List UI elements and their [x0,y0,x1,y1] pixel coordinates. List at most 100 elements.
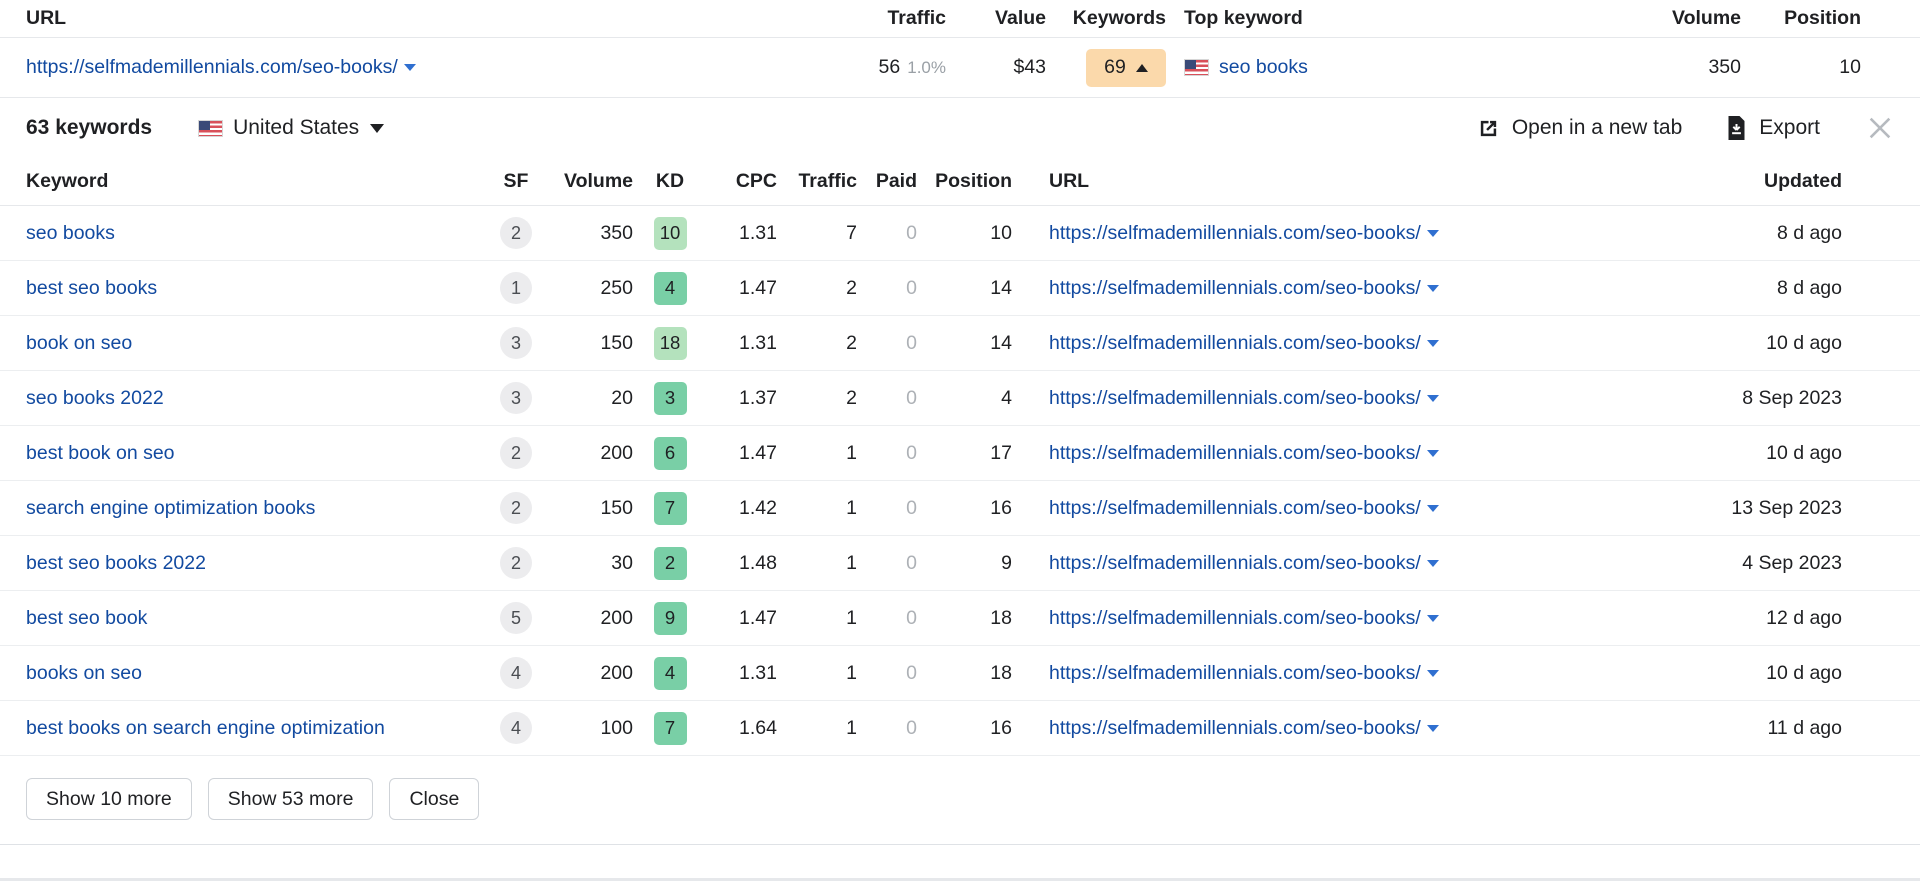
keyword-link[interactable]: search engine optimization books [26,497,315,519]
row-cpc: 1.47 [739,441,777,464]
kw-column-header-position[interactable]: Position [917,170,1012,193]
kw-column-header-updated[interactable]: Updated [1642,170,1842,193]
export-button[interactable]: Export [1726,116,1820,140]
subpanel-title: 63 keywords [26,116,153,139]
keyword-link[interactable]: best books on search engine optimization [26,717,385,739]
open-in-new-tab-button[interactable]: Open in a new tab [1477,116,1682,140]
keywords-count-badge[interactable]: 69 [1086,48,1166,87]
keyword-link[interactable]: book on seo [26,332,132,354]
table-row: best seo book 5 200 9 1.47 1 0 18 https://selfma… [0,591,1920,646]
row-url-link[interactable]: https://selfmademillennials.com/seo-book… [1049,717,1421,739]
sf-badge: 1 [500,272,532,304]
row-traffic: 1 [846,606,857,629]
kw-column-header-volume[interactable]: Volume [546,170,641,193]
row-sf-cell: 2 [486,547,546,579]
row-volume: 200 [600,606,633,629]
row-position: 17 [990,441,1012,464]
kw-column-header-traffic[interactable]: Traffic [777,170,857,193]
keyword-link[interactable]: books on seo [26,662,142,684]
chevron-down-icon[interactable] [1426,504,1439,512]
row-traffic: 2 [846,331,857,354]
row-volume: 200 [600,661,633,684]
row-url-link[interactable]: https://selfmademillennials.com/seo-book… [1049,607,1421,629]
chevron-down-icon[interactable] [403,64,416,71]
row-position: 14 [990,276,1012,299]
row-kd-cell: 4 [641,271,699,305]
row-keyword-cell: best seo book [26,607,486,630]
chevron-down-icon[interactable] [1426,229,1439,237]
kd-badge: 3 [653,381,687,415]
outer-row-volume: 350 [1708,56,1741,78]
kd-badge: 4 [653,271,687,305]
chevron-down-icon[interactable] [1426,724,1439,732]
row-keyword-cell: best seo books 2022 [26,552,486,575]
row-kd-cell: 18 [641,326,699,360]
kw-column-header-sf[interactable]: SF [486,170,546,193]
trend-up-icon [1135,63,1148,72]
show-10-more-button[interactable]: Show 10 more [26,778,192,820]
kw-column-header-keyword[interactable]: Keyword [26,170,486,193]
kw-column-header-paid[interactable]: Paid [857,170,917,193]
keyword-link[interactable]: seo books [26,222,115,244]
table-row: book on seo 3 150 18 1.31 2 0 14 https://selfmad… [0,316,1920,371]
row-updated: 12 d ago [1766,606,1842,629]
sf-badge: 5 [500,602,532,634]
keywords-count-value: 69 [1104,56,1126,78]
column-header-value[interactable]: Value [946,7,1046,30]
row-url-cell: https://selfmademillennials.com/seo-book… [1012,662,1642,685]
close-button[interactable]: Close [389,778,480,820]
chevron-down-icon[interactable] [1426,284,1439,292]
row-keyword-cell: best books on search engine optimization [26,717,486,740]
column-header-volume[interactable]: Volume [1606,7,1741,30]
external-link-icon [1477,117,1500,140]
sf-badge: 4 [500,712,532,744]
column-header-traffic[interactable]: Traffic [826,7,946,30]
chevron-down-icon[interactable] [1426,559,1439,567]
row-url-link[interactable]: https://selfmademillennials.com/seo-book… [1049,387,1421,409]
keywords-table-header: Keyword SF Volume KD CPC Traffic Paid Po… [0,158,1920,206]
country-dropdown[interactable]: United States [198,116,385,140]
keyword-link[interactable]: seo books 2022 [26,387,164,409]
row-position: 18 [990,606,1012,629]
subpanel-footer: Show 10 more Show 53 more Close [0,756,1920,844]
sf-badge: 2 [500,547,532,579]
row-url-link[interactable]: https://selfmademillennials.com/seo-book… [1049,442,1421,464]
keyword-link[interactable]: best seo books 2022 [26,552,206,574]
keyword-link[interactable]: best book on seo [26,442,175,464]
chevron-down-icon[interactable] [1426,614,1439,622]
top-keyword-link[interactable]: seo books [1219,56,1308,78]
row-cpc: 1.47 [739,276,777,299]
chevron-down-icon[interactable] [1426,339,1439,347]
keyword-link[interactable]: best seo books [26,277,157,299]
row-updated: 10 d ago [1766,661,1842,684]
chevron-down-icon[interactable] [1426,669,1439,677]
keyword-link[interactable]: best seo book [26,607,147,629]
row-volume: 30 [611,551,633,574]
row-paid: 0 [906,221,917,244]
outer-row-keywords-cell: 69 [1046,48,1166,87]
column-header-keywords[interactable]: Keywords [1046,7,1166,30]
outer-row-url-link[interactable]: https://selfmademillennials.com/seo-book… [26,56,398,78]
kw-column-header-kd[interactable]: KD [641,170,699,193]
column-header-top-keyword[interactable]: Top keyword [1166,7,1606,30]
show-53-more-button[interactable]: Show 53 more [207,778,374,820]
row-url-link[interactable]: https://selfmademillennials.com/seo-book… [1049,552,1421,574]
sf-badge: 2 [500,217,532,249]
kw-column-header-url[interactable]: URL [1012,170,1642,193]
row-url-link[interactable]: https://selfmademillennials.com/seo-book… [1049,662,1421,684]
row-kd-cell: 2 [641,546,699,580]
kw-column-header-cpc[interactable]: CPC [699,170,777,193]
row-url-link[interactable]: https://selfmademillennials.com/seo-book… [1049,222,1421,244]
row-url-link[interactable]: https://selfmademillennials.com/seo-book… [1049,332,1421,354]
chevron-down-icon[interactable] [1426,449,1439,457]
row-url-link[interactable]: https://selfmademillennials.com/seo-book… [1049,277,1421,299]
column-header-url[interactable]: URL [26,7,826,30]
chevron-down-icon[interactable] [1426,394,1439,402]
row-url-link[interactable]: https://selfmademillennials.com/seo-book… [1049,497,1421,519]
close-panel-button[interactable] [1866,114,1894,142]
table-row: books on seo 4 200 4 1.31 1 0 18 https://selfmad… [0,646,1920,701]
country-dropdown-label: United States [233,116,360,139]
row-traffic: 1 [846,551,857,574]
row-paid: 0 [906,606,917,629]
column-header-position[interactable]: Position [1741,7,1861,30]
